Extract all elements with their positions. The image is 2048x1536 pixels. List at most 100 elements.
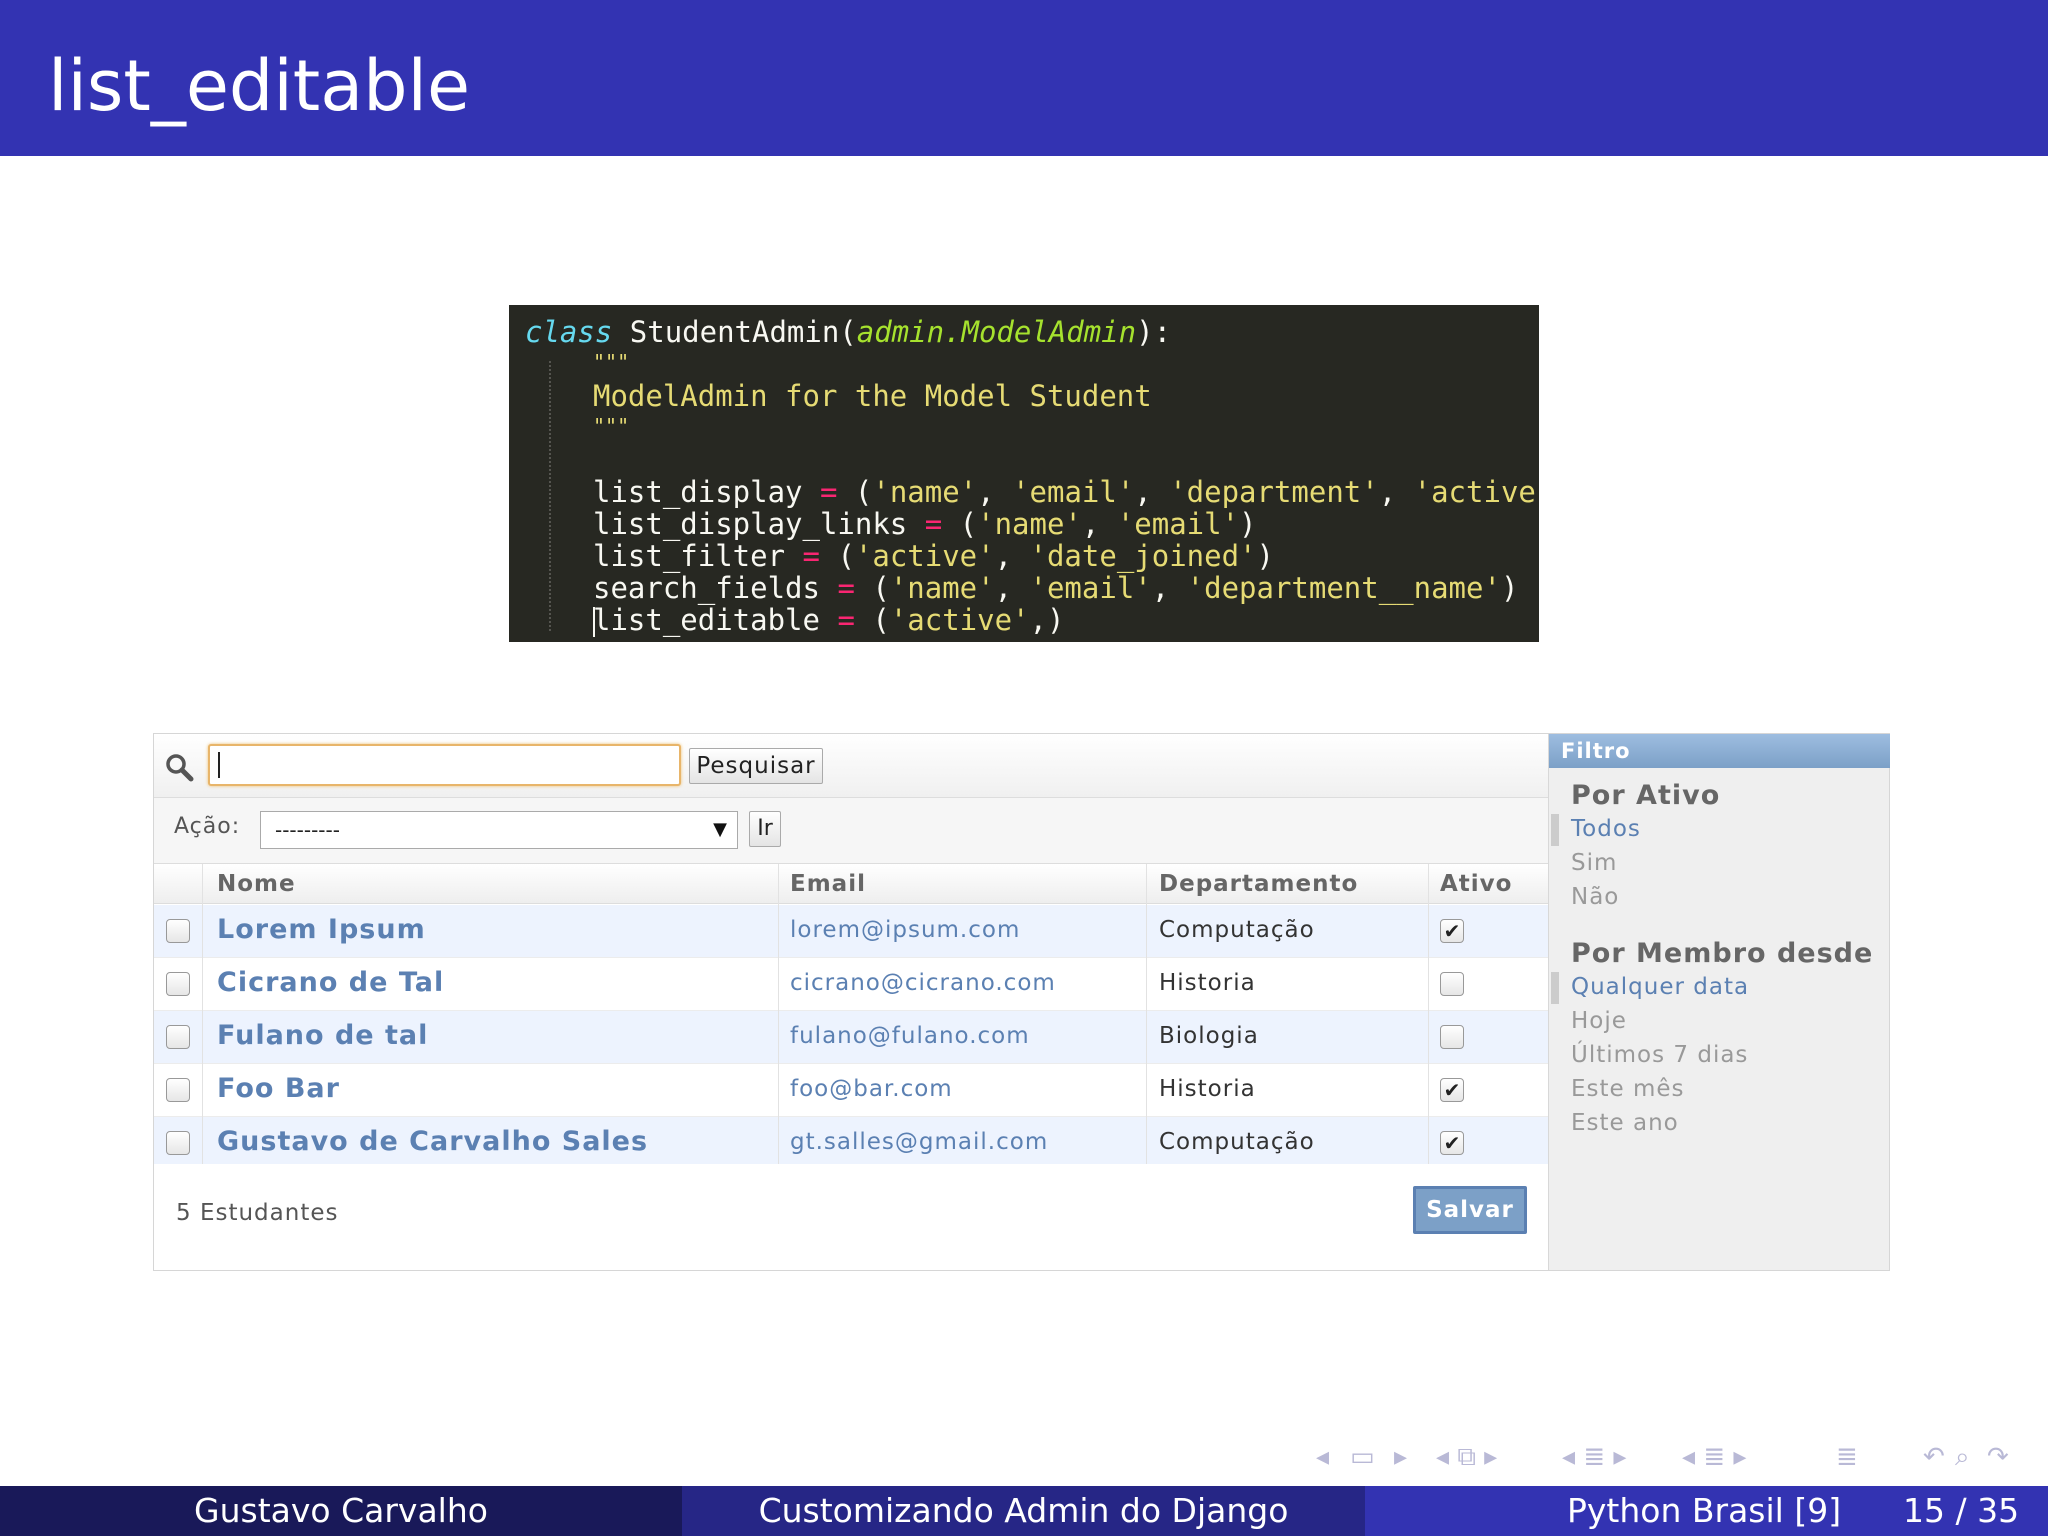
filter-option[interactable]: Todos	[1571, 816, 1641, 842]
paginator: 5 Estudantes Salvar	[154, 1164, 1548, 1270]
code-keyword: class	[525, 315, 613, 349]
code-line-list-editable: list_editable = ('active',)	[593, 603, 1064, 637]
filter-option[interactable]: Este mês	[1571, 1076, 1685, 1102]
save-button[interactable]: Salvar	[1413, 1186, 1527, 1234]
filter-header: Filtro	[1549, 734, 1890, 768]
column-header-email[interactable]: Email	[790, 864, 866, 904]
student-department: Biologia	[1159, 1023, 1259, 1049]
code-string: 'active'	[889, 603, 1030, 637]
code-paren: (	[819, 539, 855, 573]
dropdown-arrow-icon: ▼	[713, 819, 727, 840]
check-icon: ✔	[1443, 1078, 1461, 1102]
search-button[interactable]: Pesquisar	[689, 748, 823, 784]
footer-conference: Python Brasil [9]	[1567, 1491, 1842, 1530]
code-string: 'name'	[872, 475, 978, 509]
code-var: list_display	[593, 475, 820, 509]
filter-option[interactable]: Hoje	[1571, 1008, 1627, 1034]
active-checkbox[interactable]: ✔	[1440, 919, 1464, 943]
student-name-link[interactable]: Cicrano de Tal	[217, 958, 444, 1011]
code-op: =	[924, 507, 943, 541]
code-paren: (	[837, 475, 873, 509]
search-icon	[166, 754, 194, 782]
nav-back-icon[interactable]: ↶	[1923, 1440, 1945, 1474]
code-sep: ,	[994, 539, 1030, 573]
student-department: Computação	[1159, 917, 1315, 943]
table-row: Fulano de tal fulano@fulano.com Biologia	[154, 1011, 1548, 1064]
check-icon: ✔	[1443, 1131, 1461, 1155]
selected-filter-marker	[1551, 972, 1559, 1004]
nav-right-arrow-icon[interactable]: ▸	[1394, 1440, 1407, 1474]
code-docstring-open: """	[593, 350, 630, 374]
table-row: Lorem Ipsum lorem@ipsum.com Computação ✔	[154, 905, 1548, 958]
table-row: Gustavo de Carvalho Sales gt.salles@gmail…	[154, 1117, 1548, 1170]
row-select-checkbox[interactable]	[166, 919, 190, 943]
code-paren: (	[854, 603, 890, 637]
nav-document-icon[interactable]: ◂ ≣ ▸	[1682, 1440, 1746, 1474]
code-docstring-text: ModelAdmin for the Model Student	[593, 379, 1152, 413]
student-email-link[interactable]: cicrano@cicrano.com	[790, 958, 1056, 1011]
nav-section-icon[interactable]: ◂ ≣ ▸	[1562, 1440, 1626, 1474]
text-cursor	[218, 752, 220, 778]
row-select-checkbox[interactable]	[166, 1131, 190, 1155]
student-email-link[interactable]: fulano@fulano.com	[790, 1011, 1030, 1064]
column-divider	[1146, 864, 1147, 1164]
actions-bar: Ação: --------- ▼ Ir	[154, 798, 1548, 864]
code-line-list-filter: list_filter = ('active', 'date_joined')	[593, 539, 1274, 573]
admin-changelist-screenshot: Pesquisar Ação: --------- ▼ Ir Nome Emai…	[153, 733, 1890, 1271]
footer-author: Gustavo Carvalho	[0, 1486, 682, 1536]
nav-forward-icon[interactable]: ↷	[1987, 1440, 2009, 1474]
code-var: list_display_links	[593, 507, 925, 541]
footer-page-number: 15 / 35	[1903, 1491, 2020, 1530]
active-checkbox[interactable]	[1440, 1025, 1464, 1049]
filter-option[interactable]: Este ano	[1571, 1110, 1679, 1136]
code-string: 'email'	[1029, 571, 1152, 605]
student-name-link[interactable]: Foo Bar	[217, 1064, 340, 1117]
filter-group-title: Por Ativo	[1571, 780, 1721, 811]
filter-option[interactable]: Sim	[1571, 850, 1617, 876]
action-select-value: ---------	[275, 818, 340, 842]
row-select-checkbox[interactable]	[166, 972, 190, 996]
table-header: Nome Email Departamento Ativo	[154, 864, 1548, 904]
nav-frame-icon[interactable]: ▭	[1350, 1440, 1375, 1474]
row-select-checkbox[interactable]	[166, 1025, 190, 1049]
code-op: =	[819, 475, 838, 509]
nav-search-icon[interactable]: ⌕	[1955, 1440, 1970, 1474]
code-line-search-fields: search_fields = ('name', 'email', 'depar…	[593, 571, 1518, 605]
student-department: Computação	[1159, 1129, 1315, 1155]
code-sep: ,	[1081, 507, 1117, 541]
column-header-active[interactable]: Ativo	[1440, 864, 1512, 904]
nav-outline-icon[interactable]: ≣	[1836, 1440, 1858, 1474]
student-name-link[interactable]: Fulano de tal	[217, 1011, 428, 1064]
student-name-link[interactable]: Gustavo de Carvalho Sales	[217, 1117, 648, 1170]
code-paren: ,)	[1029, 603, 1065, 637]
active-checkbox[interactable]: ✔	[1440, 1078, 1464, 1102]
code-sep: ,	[1134, 475, 1170, 509]
student-email-link[interactable]: lorem@ipsum.com	[790, 905, 1020, 958]
code-line-class: class StudentAdmin(admin.ModelAdmin):	[525, 315, 1171, 349]
action-select[interactable]: --------- ▼	[260, 811, 738, 849]
column-header-name[interactable]: Nome	[217, 864, 296, 904]
action-label: Ação:	[174, 814, 241, 839]
code-paren: )	[1239, 507, 1257, 541]
code-op: =	[837, 571, 855, 605]
student-email-link[interactable]: foo@bar.com	[790, 1064, 953, 1117]
code-string: 'name'	[889, 571, 995, 605]
code-base-class: admin.ModelAdmin	[856, 315, 1137, 349]
filter-option[interactable]: Qualquer data	[1571, 974, 1749, 1000]
filter-option[interactable]: Não	[1571, 884, 1619, 910]
nav-subsection-icon[interactable]: ◂ ⧉ ▸	[1436, 1440, 1497, 1474]
student-email-link[interactable]: gt.salles@gmail.com	[790, 1117, 1048, 1170]
active-checkbox[interactable]: ✔	[1440, 1131, 1464, 1155]
beamer-navigation: ◂ ▭ ▸ ◂ ⧉ ▸ ◂ ≣ ▸ ◂ ≣ ▸ ≣ ↶ ⌕ ↷	[1316, 1440, 2032, 1474]
action-go-button[interactable]: Ir	[749, 811, 781, 847]
code-op: =	[802, 539, 820, 573]
active-checkbox[interactable]	[1440, 972, 1464, 996]
student-name-link[interactable]: Lorem Ipsum	[217, 905, 426, 958]
filter-option[interactable]: Últimos 7 dias	[1571, 1042, 1748, 1068]
row-select-checkbox[interactable]	[166, 1078, 190, 1102]
code-string: 'email'	[1116, 507, 1240, 541]
nav-left-arrow-icon[interactable]: ◂	[1316, 1440, 1329, 1474]
code-paren: (	[854, 571, 890, 605]
search-input[interactable]	[208, 744, 681, 786]
column-header-department[interactable]: Departamento	[1159, 864, 1358, 904]
